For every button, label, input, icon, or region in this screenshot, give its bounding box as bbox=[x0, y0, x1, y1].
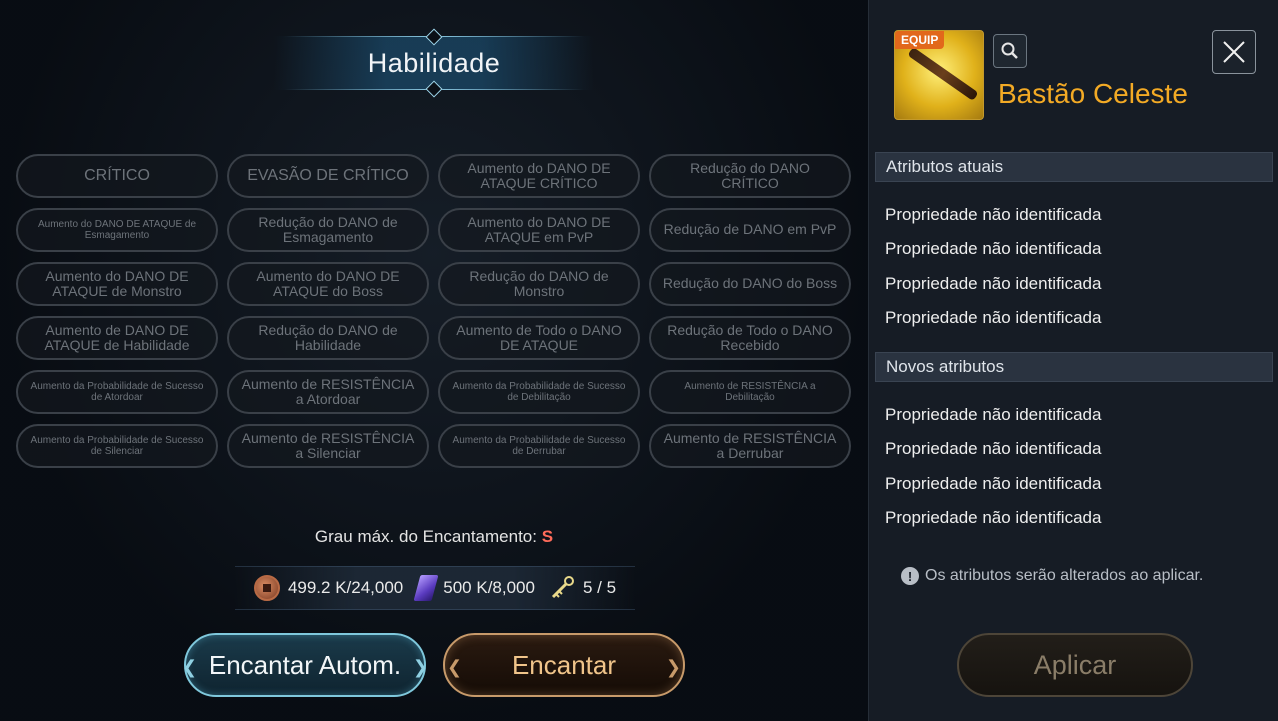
ability-option[interactable]: Redução do DANO de Esmagamento bbox=[227, 208, 429, 252]
close-icon bbox=[1223, 41, 1245, 63]
cost-crystal: 500 K/8,000 bbox=[413, 575, 535, 601]
new-attributes-header: Novos atributos bbox=[875, 352, 1273, 382]
item-name: Bastão Celeste bbox=[998, 78, 1188, 109]
crystal-icon bbox=[413, 575, 439, 601]
page-title: Habilidade bbox=[367, 47, 501, 78]
new-attribute: Propriedade não identificada bbox=[885, 474, 1102, 493]
cost-crystal-text: 500 K/8,000 bbox=[443, 578, 535, 597]
staff-icon bbox=[907, 46, 979, 102]
ability-option[interactable]: Aumento de Todo o DANO DE ATAQUE bbox=[438, 316, 640, 360]
ability-option-grid: CRÍTICO EVASÃO DE CRÍTICO Aumento do DANO … bbox=[16, 154, 852, 468]
ability-option[interactable]: Aumento do DANO DE ATAQUE de Monstro bbox=[16, 262, 218, 306]
current-attribute: Propriedade não identificada bbox=[885, 308, 1102, 327]
cost-key: 5 / 5 bbox=[549, 575, 616, 601]
ability-option[interactable]: Redução do DANO CRÍTICO bbox=[649, 154, 851, 198]
enchant-button[interactable]: ❮ Encantar ❯ bbox=[443, 633, 685, 697]
coin-icon bbox=[253, 575, 280, 601]
enchant-label: Encantar bbox=[511, 649, 617, 680]
current-attribute: Propriedade não identificada bbox=[885, 274, 1102, 293]
max-grade-label: Grau máx. do Encantamento: bbox=[314, 527, 537, 546]
ability-option[interactable]: Redução do DANO do Boss bbox=[649, 262, 851, 306]
ability-option[interactable]: EVASÃO DE CRÍTICO bbox=[227, 154, 429, 198]
ability-option[interactable]: Aumento do DANO DE ATAQUE de Esmagamento bbox=[16, 208, 218, 252]
max-grade-value: S bbox=[541, 527, 554, 546]
ability-option[interactable]: Redução do DANO de Habilidade bbox=[227, 316, 429, 360]
apply-notice: ! Os atributos serão alterados ao aplica… bbox=[901, 567, 1203, 585]
new-attribute: Propriedade não identificada bbox=[885, 508, 1102, 527]
chevron-right-icon: ❯ bbox=[412, 657, 428, 677]
close-button[interactable] bbox=[1212, 30, 1256, 74]
inspect-button[interactable] bbox=[993, 34, 1027, 68]
apply-button[interactable]: Aplicar bbox=[957, 633, 1193, 697]
ability-option[interactable]: Aumento do DANO DE ATAQUE CRÍTICO bbox=[438, 154, 640, 198]
equip-badge: EQUIP bbox=[895, 31, 945, 49]
ability-option[interactable]: Aumento de RESISTÊNCIA a Atordoar bbox=[227, 370, 429, 414]
ability-option[interactable]: Aumento do DANO DE ATAQUE em PvP bbox=[438, 208, 640, 252]
auto-enchant-button[interactable]: ❮ Encantar Autom. ❯ bbox=[182, 633, 428, 697]
magnifier-icon bbox=[1001, 42, 1018, 59]
item-image[interactable]: EQUIP bbox=[894, 30, 984, 120]
new-attribute: Propriedade não identificada bbox=[885, 405, 1102, 424]
current-attribute: Propriedade não identificada bbox=[885, 239, 1102, 258]
key-icon bbox=[551, 576, 574, 599]
max-grade: Grau máx. do Encantamento: S bbox=[0, 527, 868, 547]
diamond-ornament-icon bbox=[425, 28, 443, 46]
ability-option[interactable]: Redução do DANO de Monstro bbox=[438, 262, 640, 306]
ability-option[interactable]: CRÍTICO bbox=[16, 154, 218, 198]
cost-coin-text: 499.2 K/24,000 bbox=[287, 578, 404, 597]
chevron-left-icon: ❮ bbox=[447, 657, 463, 677]
chevron-right-icon: ❯ bbox=[665, 657, 681, 677]
ability-option[interactable]: Aumento do DANO DE ATAQUE do Boss bbox=[227, 262, 429, 306]
apply-notice-text: Os atributos serão alterados ao aplicar. bbox=[925, 567, 1204, 584]
ability-option[interactable]: Aumento de DANO DE ATAQUE de Habilidade bbox=[16, 316, 218, 360]
auto-enchant-label: Encantar Autom. bbox=[208, 649, 402, 680]
ability-option[interactable]: Aumento da Probabilidade de Sucesso de D… bbox=[438, 370, 640, 414]
ability-option[interactable]: Aumento de RESISTÊNCIA a Debilitação bbox=[649, 370, 851, 414]
current-attributes-header: Atributos atuais bbox=[875, 152, 1273, 182]
ability-option[interactable]: Redução de DANO em PvP bbox=[649, 208, 851, 252]
chevron-left-icon: ❮ bbox=[182, 657, 198, 677]
current-attribute: Propriedade não identificada bbox=[885, 205, 1102, 224]
cost-bar: 499.2 K/24,000 500 K/8,000 5 / 5 bbox=[235, 566, 635, 610]
ability-option[interactable]: Aumento da Probabilidade de Sucesso de A… bbox=[16, 370, 218, 414]
cost-key-text: 5 / 5 bbox=[582, 578, 617, 597]
cost-coin: 499.2 K/24,000 bbox=[253, 575, 404, 601]
ability-option[interactable]: Aumento de RESISTÊNCIA a Derrubar bbox=[649, 424, 851, 468]
ability-option[interactable]: Aumento da Probabilidade de Sucesso de S… bbox=[16, 424, 218, 468]
attributes-panel: EQUIP Bastão Celeste Atributos atuais Pr… bbox=[868, 0, 1278, 721]
info-icon: ! bbox=[901, 567, 919, 585]
ability-option[interactable]: Aumento da Probabilidade de Sucesso de D… bbox=[438, 424, 640, 468]
new-attribute: Propriedade não identificada bbox=[885, 439, 1102, 458]
title-banner: Habilidade bbox=[274, 28, 594, 98]
apply-label: Aplicar bbox=[1033, 649, 1117, 680]
ability-option[interactable]: Aumento de RESISTÊNCIA a Silenciar bbox=[227, 424, 429, 468]
ability-option[interactable]: Redução de Todo o DANO Recebido bbox=[649, 316, 851, 360]
diamond-ornament-icon bbox=[425, 80, 443, 98]
